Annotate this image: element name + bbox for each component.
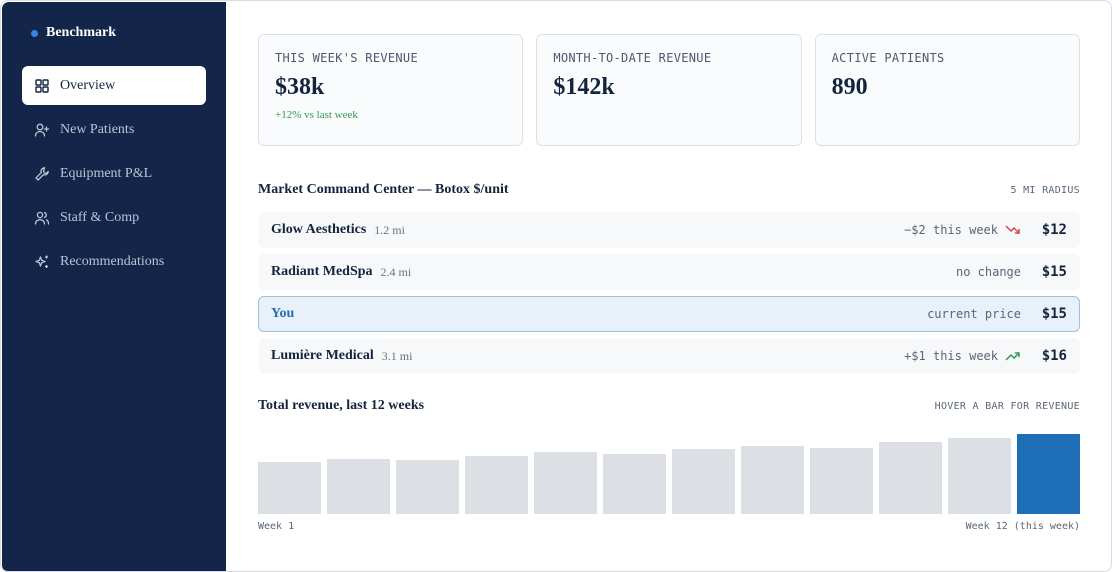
competitor-row-glow[interactable]: Glow Aesthetics 1.2 mi −$2 this week $12 xyxy=(258,212,1080,248)
competitor-row-lumiere[interactable]: Lumière Medical 3.1 mi +$1 this week $16 xyxy=(258,338,1080,374)
kpi-card-weekly-revenue: THIS WEEK'S REVENUE $38k +12% vs last we… xyxy=(258,34,524,146)
sidebar-nav: Overview New Patients Equipment P&L Staf… xyxy=(22,66,206,286)
your-price: $15 xyxy=(1041,306,1067,322)
revenue-header: Total revenue, last 12 weeks HOVER A BAR… xyxy=(258,398,1080,414)
kpi-value: 890 xyxy=(831,74,868,100)
brand-name: Benchmark xyxy=(46,25,116,40)
trend-up-icon xyxy=(1005,349,1021,363)
kpi-card-active-patients: ACTIVE PATIENTS 890 xyxy=(814,34,1080,146)
competitor-price: $15 xyxy=(1041,264,1067,280)
competitor-row-radiant[interactable]: Radiant MedSpa 2.4 mi no change $15 xyxy=(258,254,1080,290)
your-price-row[interactable]: You current price $15 xyxy=(258,296,1080,332)
revenue-bar-8[interactable] xyxy=(741,446,804,514)
chart-axis: Week 1 Week 12 (this week) xyxy=(258,521,1080,532)
price-change: current price xyxy=(927,307,1021,321)
kpi-label: THIS WEEK'S REVENUE xyxy=(275,51,418,65)
kpi-label: MONTH-TO-DATE REVENUE xyxy=(553,51,712,65)
main-content: THIS WEEK'S REVENUE $38k +12% vs last we… xyxy=(258,34,1080,532)
brand: Benchmark xyxy=(31,25,116,41)
revenue-bar-2[interactable] xyxy=(327,458,390,514)
competitor-price: $12 xyxy=(1041,222,1067,238)
price-change: −$2 this week xyxy=(904,223,998,237)
user-plus-icon xyxy=(34,122,50,138)
revenue-bar-5[interactable] xyxy=(534,452,597,514)
sidebar-item-recommendations[interactable]: Recommendations xyxy=(22,242,206,281)
competitor-distance: 3.1 mi xyxy=(381,348,413,363)
revenue-bar-9[interactable] xyxy=(810,447,873,514)
competitor-distance: 2.4 mi xyxy=(380,264,412,279)
revenue-bar-7[interactable] xyxy=(672,449,735,514)
kpi-card-mtd-revenue: MONTH-TO-DATE REVENUE $142k xyxy=(536,34,802,146)
competitor-list: Glow Aesthetics 1.2 mi −$2 this week $12… xyxy=(258,212,1080,374)
competitor-distance: 1.2 mi xyxy=(374,222,405,237)
kpi-value: $142k xyxy=(553,74,615,100)
trend-down-icon xyxy=(1005,223,1021,237)
revenue-bar-3[interactable] xyxy=(396,460,459,514)
sparkles-icon xyxy=(34,254,50,270)
sidebar-item-label: Equipment P&L xyxy=(60,165,153,181)
competitor-name: Lumière Medical xyxy=(271,348,374,363)
sidebar-item-overview[interactable]: Overview xyxy=(22,66,206,105)
market-header: Market Command Center — Botox $/unit 5 M… xyxy=(258,182,1080,198)
x-axis-start-label: Week 1 xyxy=(258,521,295,532)
revenue-bar-11[interactable] xyxy=(948,438,1011,514)
competitor-price: $16 xyxy=(1041,348,1067,364)
users-icon xyxy=(34,210,50,226)
market-radius: 5 MI RADIUS xyxy=(1010,185,1080,196)
revenue-bar-chart xyxy=(258,434,1080,514)
revenue-bar-12[interactable] xyxy=(1017,434,1080,514)
grid-icon xyxy=(34,78,50,94)
sidebar-item-label: New Patients xyxy=(60,121,135,137)
revenue-bar-4[interactable] xyxy=(465,455,528,514)
revenue-bar-1[interactable] xyxy=(258,462,321,514)
revenue-hint: HOVER A BAR FOR REVENUE xyxy=(934,401,1080,412)
sidebar: Benchmark Overview New Patients Equipmen… xyxy=(2,2,226,571)
sidebar-item-label: Overview xyxy=(60,77,116,93)
sidebar-item-equipment[interactable]: Equipment P&L xyxy=(22,154,206,193)
price-change: +$1 this week xyxy=(904,349,998,363)
kpi-delta: +12% vs last week xyxy=(275,109,358,121)
competitor-name: Radiant MedSpa xyxy=(271,264,373,279)
price-change: no change xyxy=(955,265,1021,279)
kpi-label: ACTIVE PATIENTS xyxy=(831,51,945,65)
app-window: Benchmark Overview New Patients Equipmen… xyxy=(0,0,1112,572)
competitor-name: Glow Aesthetics xyxy=(271,222,367,237)
sidebar-item-staff[interactable]: Staff & Comp xyxy=(22,198,206,237)
sidebar-item-new-patients[interactable]: New Patients xyxy=(22,110,206,149)
sidebar-item-label: Staff & Comp xyxy=(60,209,140,225)
x-axis-end-label: Week 12 (this week) xyxy=(965,521,1080,532)
brand-dot-icon xyxy=(31,29,38,37)
revenue-title: Total revenue, last 12 weeks xyxy=(258,398,425,413)
revenue-bar-10[interactable] xyxy=(879,442,942,514)
revenue-bar-6[interactable] xyxy=(603,454,666,514)
wrench-icon xyxy=(34,166,50,182)
kpi-value: $38k xyxy=(275,74,325,100)
competitor-name: You xyxy=(271,306,295,321)
kpi-row: THIS WEEK'S REVENUE $38k +12% vs last we… xyxy=(258,34,1080,146)
market-title: Market Command Center — Botox $/unit xyxy=(258,182,509,197)
sidebar-item-label: Recommendations xyxy=(60,253,165,269)
